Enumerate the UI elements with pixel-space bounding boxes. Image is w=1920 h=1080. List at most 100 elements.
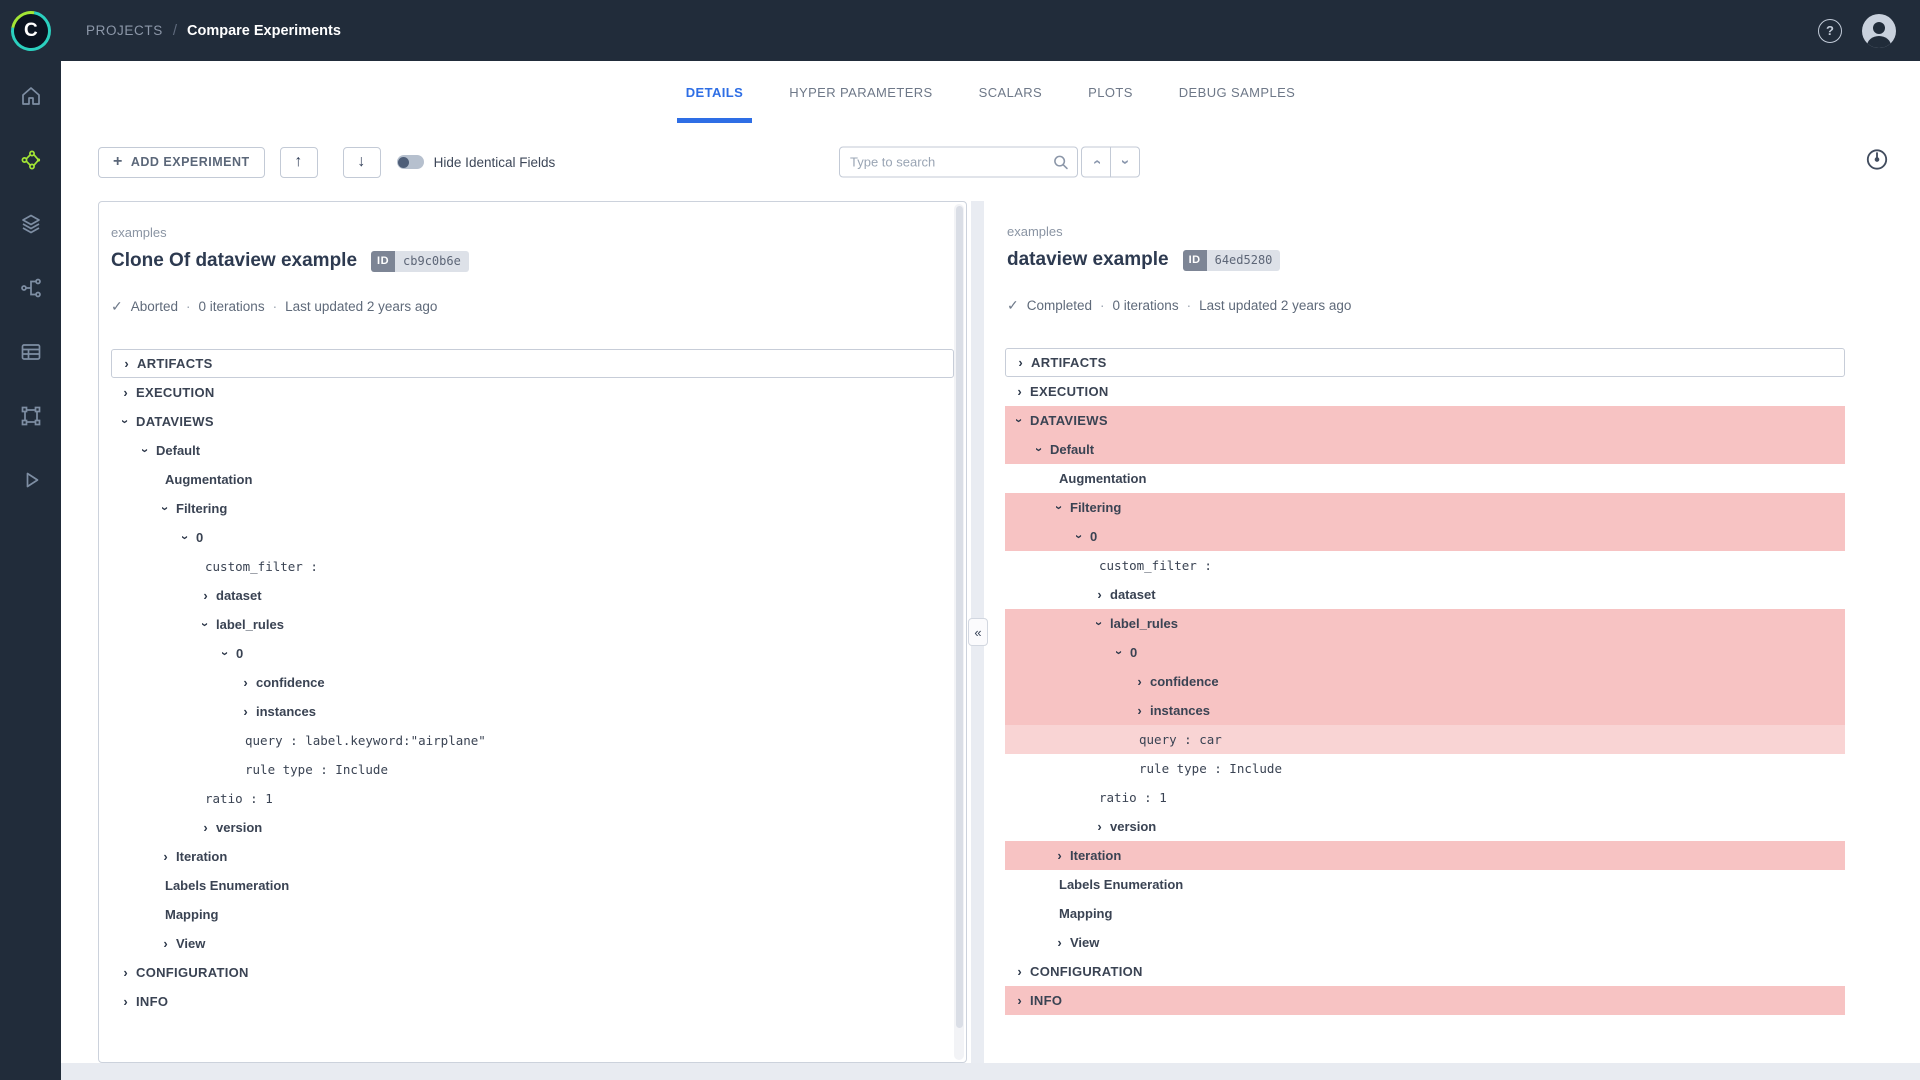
breadcrumb-projects-link[interactable]: PROJECTS <box>86 23 163 38</box>
tree-row-instances[interactable]: ›instances <box>1005 696 1845 725</box>
chevron-down-icon[interactable]: › <box>1012 414 1027 427</box>
horizontal-scrollbar-track[interactable] <box>61 1063 1920 1080</box>
project-name[interactable]: examples <box>1007 224 1845 239</box>
chevron-right-icon[interactable]: › <box>1013 384 1026 399</box>
chevron-right-icon[interactable]: › <box>120 356 133 371</box>
search-input[interactable] <box>839 147 1078 178</box>
tree-row-view[interactable]: ›View <box>111 929 954 958</box>
chevron-right-icon[interactable]: › <box>159 936 172 951</box>
help-icon[interactable]: ? <box>1818 19 1842 43</box>
chevron-right-icon[interactable]: › <box>1093 819 1106 834</box>
tree-row-configuration[interactable]: ›CONFIGURATION <box>111 958 954 987</box>
chevron-down-icon[interactable]: › <box>178 531 193 544</box>
sidebar-item-applications[interactable] <box>9 458 53 502</box>
tree-row-0[interactable]: ›0 <box>1005 638 1845 667</box>
tree-row-mapping[interactable]: Mapping <box>1005 899 1845 928</box>
experiment-id-badge[interactable]: ID 64ed5280 <box>1183 250 1281 271</box>
search-prev-button[interactable]: › <box>1081 147 1111 178</box>
scrollbar-thumb[interactable] <box>956 206 963 1028</box>
tree-row-query-label-keyword-airplane[interactable]: query : label.keyword:"airplane" <box>111 726 954 755</box>
tree-row-dataset[interactable]: ›dataset <box>1005 580 1845 609</box>
chevron-right-icon[interactable]: › <box>1013 993 1026 1008</box>
tree-row-0[interactable]: ›0 <box>111 523 954 552</box>
chevron-down-icon[interactable]: › <box>138 444 153 457</box>
sidebar-item-projects[interactable] <box>9 138 53 182</box>
chevron-right-icon[interactable]: › <box>1133 703 1146 718</box>
sidebar-item-datasets[interactable] <box>9 202 53 246</box>
tree-row-ratio-1[interactable]: ratio : 1 <box>111 784 954 813</box>
tree-row-execution[interactable]: ›EXECUTION <box>1005 377 1845 406</box>
sidebar-item-pipelines[interactable] <box>9 266 53 310</box>
tree-row-label-rules[interactable]: ›label_rules <box>111 610 954 639</box>
avatar[interactable] <box>1862 14 1896 48</box>
tree-row-label-rules[interactable]: ›label_rules <box>1005 609 1845 638</box>
tree-row-custom-filter[interactable]: custom_filter : <box>111 552 954 581</box>
move-up-button[interactable]: ↑ <box>280 147 318 178</box>
tree-row-custom-filter[interactable]: custom_filter : <box>1005 551 1845 580</box>
chevron-down-icon[interactable]: › <box>1052 501 1067 514</box>
chevron-right-icon[interactable]: › <box>199 588 212 603</box>
tree-row-0[interactable]: ›0 <box>1005 522 1845 551</box>
tree-row-artifacts[interactable]: ›ARTIFACTS <box>1005 348 1845 377</box>
tree-row-configuration[interactable]: ›CONFIGURATION <box>1005 957 1845 986</box>
tree-row-version[interactable]: ›version <box>111 813 954 842</box>
chevron-down-icon[interactable]: › <box>218 647 233 660</box>
sidebar-item-reports[interactable] <box>9 330 53 374</box>
chevron-down-icon[interactable]: › <box>118 415 133 428</box>
chevron-right-icon[interactable]: › <box>199 820 212 835</box>
chevron-down-icon[interactable]: › <box>1032 443 1047 456</box>
tree-row-labels-enumeration[interactable]: Labels Enumeration <box>1005 870 1845 899</box>
vertical-scrollbar[interactable] <box>954 204 964 1060</box>
chevron-right-icon[interactable]: › <box>1093 587 1106 602</box>
tree-row-augmentation[interactable]: Augmentation <box>1005 464 1845 493</box>
tree-row-labels-enumeration[interactable]: Labels Enumeration <box>111 871 954 900</box>
move-down-button[interactable]: ↓ <box>343 147 381 178</box>
tree-row-rule-type-include[interactable]: rule type : Include <box>111 755 954 784</box>
tree-row-0[interactable]: ›0 <box>111 639 954 668</box>
chevron-down-icon[interactable]: › <box>1072 530 1087 543</box>
chevron-right-icon[interactable]: › <box>239 675 252 690</box>
chevron-right-icon[interactable]: › <box>1053 848 1066 863</box>
chevron-right-icon[interactable]: › <box>1053 935 1066 950</box>
tree-row-rule-type-include[interactable]: rule type : Include <box>1005 754 1845 783</box>
search-next-button[interactable]: › <box>1110 147 1140 178</box>
hide-identical-toggle[interactable] <box>397 155 424 169</box>
tab-details[interactable]: DETAILS <box>663 61 766 123</box>
tree-row-mapping[interactable]: Mapping <box>111 900 954 929</box>
add-experiment-button[interactable]: + ADD EXPERIMENT <box>98 147 265 178</box>
tree-row-filtering[interactable]: ›Filtering <box>111 494 954 523</box>
experiment-id-badge[interactable]: ID cb9c0b6e <box>371 251 469 272</box>
sidebar-item-annotations[interactable] <box>9 394 53 438</box>
collapse-panel-button[interactable]: « <box>968 618 988 646</box>
chevron-right-icon[interactable]: › <box>1133 674 1146 689</box>
chevron-right-icon[interactable]: › <box>119 994 132 1009</box>
tree-row-artifacts[interactable]: ›ARTIFACTS <box>111 349 954 378</box>
tree-row-info[interactable]: ›INFO <box>1005 986 1845 1015</box>
project-name[interactable]: examples <box>111 225 954 240</box>
chevron-right-icon[interactable]: › <box>119 385 132 400</box>
chevron-right-icon[interactable]: › <box>1014 355 1027 370</box>
tree-row-dataviews[interactable]: ›DATAVIEWS <box>111 407 954 436</box>
tab-plots[interactable]: PLOTS <box>1065 61 1156 123</box>
chevron-down-icon[interactable]: › <box>198 618 213 631</box>
tree-row-iteration[interactable]: ›Iteration <box>111 842 954 871</box>
search-icon[interactable] <box>1051 153 1070 172</box>
tree-row-query-car[interactable]: query : car <box>1005 725 1845 754</box>
tree-row-default[interactable]: ›Default <box>1005 435 1845 464</box>
chevron-right-icon[interactable]: › <box>159 849 172 864</box>
clearml-logo[interactable]: C <box>3 3 59 59</box>
tree-row-dataviews[interactable]: ›DATAVIEWS <box>1005 406 1845 435</box>
sidebar-item-dashboard[interactable] <box>9 74 53 118</box>
chevron-right-icon[interactable]: › <box>1013 964 1026 979</box>
tree-row-version[interactable]: ›version <box>1005 812 1845 841</box>
tree-row-default[interactable]: ›Default <box>111 436 954 465</box>
tree-row-augmentation[interactable]: Augmentation <box>111 465 954 494</box>
tree-row-instances[interactable]: ›instances <box>111 697 954 726</box>
compare-view-icon[interactable] <box>1864 147 1890 178</box>
tree-row-view[interactable]: ›View <box>1005 928 1845 957</box>
chevron-down-icon[interactable]: › <box>158 502 173 515</box>
tree-row-confidence[interactable]: ›confidence <box>1005 667 1845 696</box>
chevron-right-icon[interactable]: › <box>119 965 132 980</box>
chevron-down-icon[interactable]: › <box>1092 617 1107 630</box>
tree-row-dataset[interactable]: ›dataset <box>111 581 954 610</box>
